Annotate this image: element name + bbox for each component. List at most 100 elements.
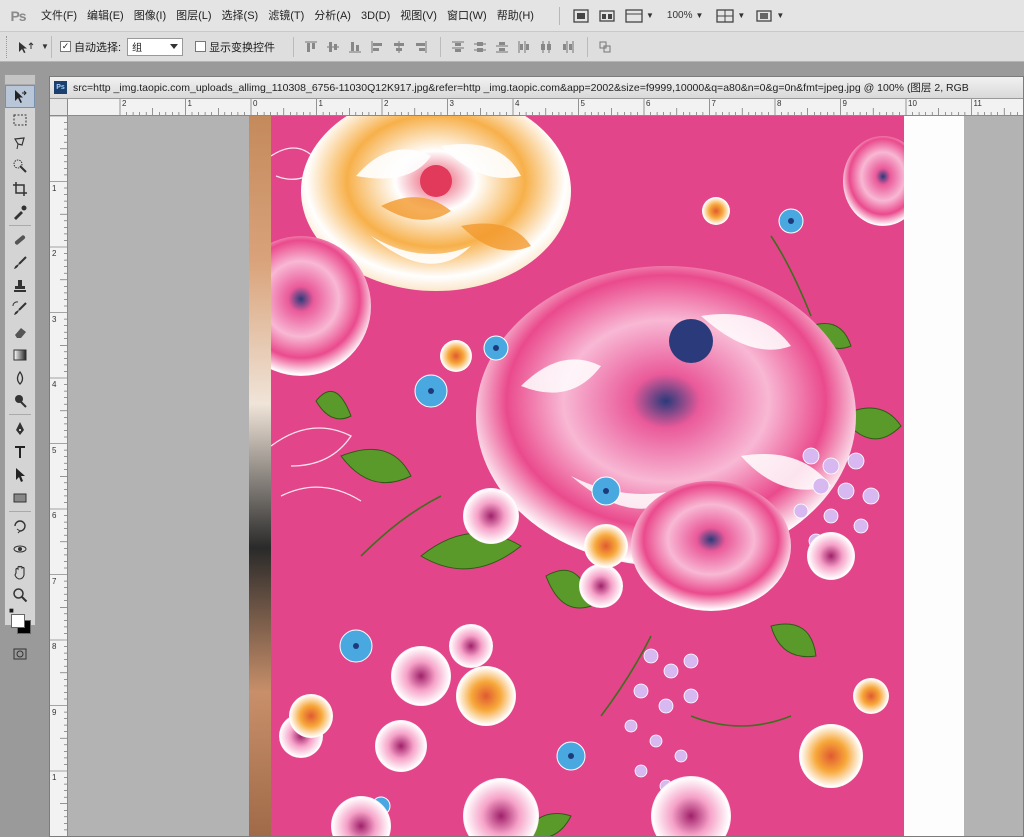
zoom-level-dropdown[interactable]: 100% ▼ — [661, 10, 710, 21]
quick-selection-tool-button[interactable] — [5, 154, 35, 177]
canvas-area[interactable] — [68, 116, 1023, 836]
vertical-ruler-label: 7 — [52, 576, 57, 586]
auto-select-checkbox[interactable]: ✓ 自动选择: — [60, 39, 121, 55]
floral-pattern-layer[interactable] — [249, 116, 923, 836]
type-tool-button[interactable] — [5, 440, 35, 463]
magnifier-icon — [13, 587, 28, 602]
brush-tool-button[interactable] — [5, 251, 35, 274]
eraser-tool-button[interactable] — [5, 320, 35, 343]
horizontal-ruler[interactable]: 2 1 0 1 2 3 4 5 6 7 8 9 10 11 — [68, 99, 1023, 116]
ruler-origin[interactable] — [50, 99, 68, 116]
options-bar: ▼ ✓ 自动选择: 组 显示变换控件 — [0, 32, 1024, 62]
healing-brush-tool-button[interactable] — [5, 228, 35, 251]
menu-analysis[interactable]: 分析(A) — [309, 0, 356, 32]
pen-icon — [16, 421, 24, 435]
shape-tool-button[interactable] — [5, 486, 35, 509]
type-icon — [15, 445, 25, 458]
menu-view[interactable]: 视图(V) — [395, 0, 442, 32]
foreground-color-swatch[interactable] — [11, 614, 25, 628]
vertical-ruler-ticks — [50, 116, 67, 831]
tools-panel: ■ — [4, 74, 36, 659]
align-top-edges-icon[interactable] — [304, 40, 318, 54]
mini-bridge-icon[interactable] — [596, 6, 618, 26]
quick-mask-button[interactable] — [5, 642, 35, 665]
3d-orbit-tool-button[interactable] — [5, 537, 35, 560]
distribute-right-icon[interactable] — [561, 40, 575, 54]
rectangular-marquee-icon — [13, 114, 27, 125]
auto-select-dropdown[interactable]: 组 — [127, 37, 184, 56]
tools-panel-header[interactable] — [5, 75, 35, 85]
horizontal-ruler-label: 6 — [646, 99, 651, 108]
history-brush-tool-button[interactable] — [5, 297, 35, 320]
document-title: src=http _img.taopic.com_uploads_allimg_… — [73, 82, 969, 94]
dodge-tool-button[interactable] — [5, 389, 35, 412]
horizontal-ruler-label: 8 — [777, 99, 782, 108]
3d-rotate-tool-button[interactable] — [5, 514, 35, 537]
distribute-bottom-icon[interactable] — [495, 40, 509, 54]
document-window: Ps src=http _img.taopic.com_uploads_alli… — [49, 76, 1024, 837]
auto-select-label: 自动选择: — [74, 41, 122, 54]
app-logo: Ps — [10, 7, 26, 24]
move-icon — [15, 89, 27, 103]
quick-selection-icon — [13, 159, 27, 173]
eraser-icon — [15, 327, 26, 338]
menu-filter[interactable]: 滤镜(T) — [263, 0, 309, 32]
menu-file[interactable]: 文件(F) — [36, 0, 82, 32]
auto-align-layers-group — [587, 36, 612, 57]
vertical-ruler[interactable]: 12345678911 — [50, 116, 68, 836]
distribute-top-icon[interactable] — [451, 40, 465, 54]
horizontal-ruler-label: 10 — [908, 99, 917, 108]
gradient-tool-button[interactable] — [5, 343, 35, 366]
bridge-icon[interactable] — [570, 6, 592, 26]
tool-preset-picker[interactable]: ▼ — [16, 35, 52, 58]
distribute-vertical-centers-icon[interactable] — [473, 40, 487, 54]
bandage-icon — [14, 234, 26, 245]
menu-image[interactable]: 图像(I) — [129, 0, 171, 32]
show-transform-controls-checkbox[interactable]: 显示变换控件 — [195, 39, 275, 55]
background-photo-layer — [249, 116, 271, 836]
document-tab[interactable]: Ps src=http _img.taopic.com_uploads_alli… — [50, 77, 1023, 99]
move-tool-icon — [19, 41, 34, 53]
align-right-edges-icon[interactable] — [414, 40, 428, 54]
eyedropper-tool-button[interactable] — [5, 200, 35, 223]
align-bottom-edges-icon[interactable] — [348, 40, 362, 54]
menu-3d[interactable]: 3D(D) — [356, 0, 395, 32]
vertical-ruler-label: 1 — [52, 183, 57, 193]
rectangle-shape-icon — [13, 493, 27, 502]
crop-tool-button[interactable] — [5, 177, 35, 200]
view-extras-icon[interactable]: ▼ — [622, 6, 657, 26]
menu-edit[interactable]: 编辑(E) — [82, 0, 129, 32]
path-selection-icon — [16, 467, 25, 482]
vertical-ruler-label: 4 — [52, 380, 57, 389]
align-left-edges-icon[interactable] — [370, 40, 384, 54]
align-vertical-centers-icon[interactable] — [326, 40, 340, 54]
vertical-ruler-label: 3 — [52, 314, 57, 324]
horizontal-ruler-ticks — [119, 99, 1018, 115]
gradient-icon — [13, 349, 27, 360]
zoom-tool-button[interactable] — [5, 583, 35, 606]
clone-stamp-tool-button[interactable] — [5, 274, 35, 297]
document-canvas[interactable] — [249, 116, 964, 836]
screen-mode-icon[interactable]: ▼ — [752, 6, 787, 26]
align-horizontal-centers-icon[interactable] — [392, 40, 406, 54]
hand-tool-button[interactable] — [5, 560, 35, 583]
drop-icon — [16, 370, 24, 385]
blur-tool-button[interactable] — [5, 366, 35, 389]
pen-tool-button[interactable] — [5, 417, 35, 440]
menu-window[interactable]: 窗口(W) — [442, 0, 492, 32]
path-selection-tool-button[interactable] — [5, 463, 35, 486]
lasso-icon — [14, 136, 25, 149]
move-tool-button[interactable] — [5, 85, 35, 108]
vertical-ruler-label: 8 — [52, 642, 57, 651]
auto-align-layers-icon[interactable] — [598, 40, 612, 54]
distribute-horizontal-centers-icon[interactable] — [539, 40, 553, 54]
menu-help[interactable]: 帮助(H) — [492, 0, 539, 32]
horizontal-ruler-label: 0 — [253, 99, 258, 108]
distribute-left-icon[interactable] — [517, 40, 531, 54]
arrange-documents-icon[interactable]: ▼ — [713, 6, 748, 26]
horizontal-ruler-label: 1 — [187, 99, 192, 108]
lasso-tool-button[interactable] — [5, 131, 35, 154]
marquee-tool-button[interactable] — [5, 108, 35, 131]
menu-select[interactable]: 选择(S) — [217, 0, 264, 32]
menu-layer[interactable]: 图层(L) — [171, 0, 216, 32]
